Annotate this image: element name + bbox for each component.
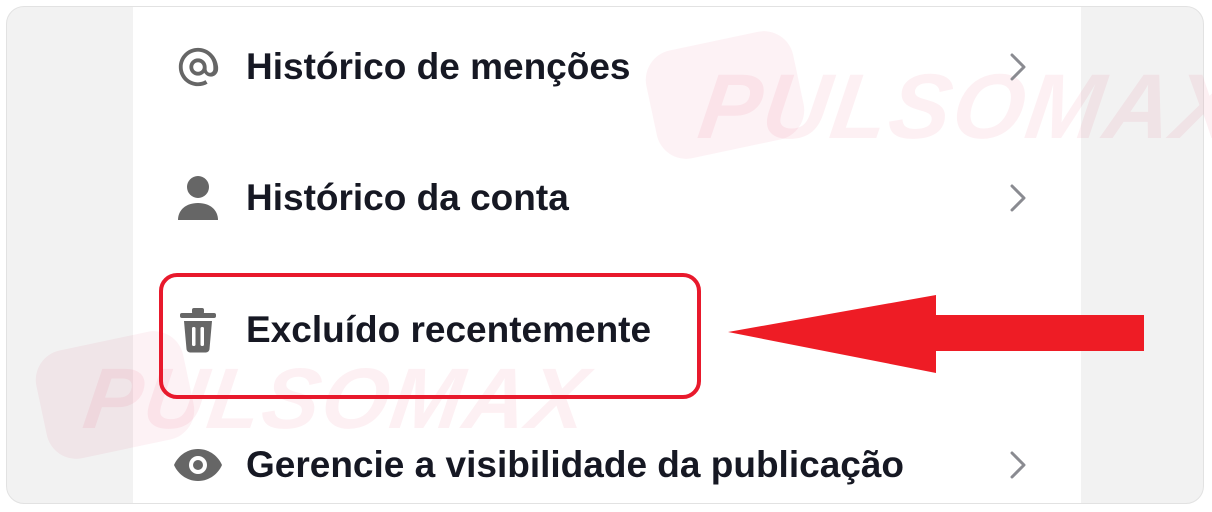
chevron-right-icon — [1010, 184, 1026, 212]
menu-item-account-history[interactable]: Histórico da conta — [170, 158, 1040, 238]
menu-item-label: Histórico da conta — [246, 177, 569, 218]
at-icon — [170, 39, 226, 95]
eye-icon — [170, 437, 226, 493]
menu-item-mentions-history[interactable]: Histórico de menções — [170, 27, 1040, 107]
menu-item-label: Histórico de menções — [246, 46, 631, 87]
chevron-right-icon — [1010, 451, 1026, 479]
menu-item-post-visibility[interactable]: Gerencie a visibilidade da publicação — [170, 425, 1040, 505]
person-icon — [170, 170, 226, 226]
chevron-right-icon — [1010, 53, 1026, 81]
annotation-arrow — [728, 295, 1144, 373]
menu-item-label: Gerencie a visibilidade da publicação — [246, 444, 905, 485]
highlight-box — [159, 273, 701, 399]
